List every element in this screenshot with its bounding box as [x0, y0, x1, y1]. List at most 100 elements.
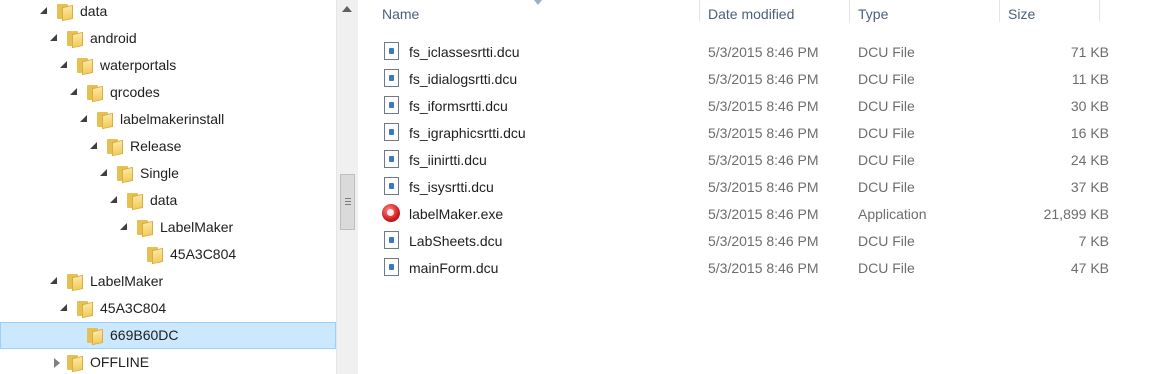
tree-item-data[interactable]: data	[0, 0, 336, 25]
dcu-file-icon	[384, 42, 399, 60]
expand-arrow-icon[interactable]	[80, 115, 87, 122]
file-name: fs_iformsrtti.dcu	[409, 98, 508, 114]
file-name: fs_iclassesrtti.dcu	[409, 44, 520, 60]
expand-arrow-icon[interactable]	[60, 304, 67, 311]
tree-item-label: Single	[140, 165, 179, 181]
file-type: DCU File	[858, 44, 915, 60]
file-row[interactable]: LabSheets.dcu 5/3/2015 8:46 PM DCU File …	[377, 228, 1117, 254]
file-row[interactable]: fs_iinirtti.dcu 5/3/2015 8:46 PM DCU Fil…	[377, 147, 1117, 173]
file-type: Application	[858, 206, 927, 222]
column-header-name[interactable]: Name	[382, 6, 419, 22]
file-row[interactable]: mainForm.dcu 5/3/2015 8:46 PM DCU File 4…	[377, 255, 1117, 281]
file-list-pane: Name Date modified Type Size fs_iclasses…	[359, 0, 1174, 374]
tree-item-labelmaker-nested[interactable]: LabelMaker	[0, 215, 336, 241]
folder-icon	[56, 3, 74, 22]
dcu-file-icon	[384, 150, 399, 168]
tree-item-label: 45A3C804	[100, 300, 167, 316]
tree-item-single[interactable]: Single	[0, 161, 336, 187]
column-divider[interactable]	[849, 0, 850, 22]
file-date-modified: 5/3/2015 8:46 PM	[708, 179, 819, 195]
tree-item-label: 45A3C804	[170, 246, 237, 262]
tree-item-label: OFFLINE	[90, 354, 150, 370]
folder-icon	[146, 246, 164, 265]
folder-icon	[126, 192, 144, 211]
file-size: 47 KB	[1070, 260, 1109, 276]
dcu-file-icon	[384, 96, 399, 114]
expand-arrow-icon[interactable]	[60, 61, 67, 68]
file-size: 16 KB	[1070, 125, 1109, 141]
tree-item-label: android	[90, 30, 137, 46]
file-size: 21,899 KB	[1043, 206, 1109, 222]
expand-arrow-icon[interactable]	[50, 34, 57, 41]
tree-item-45a3c804-nested[interactable]: 45A3C804	[0, 242, 336, 268]
folder-icon	[96, 111, 114, 130]
tree-item-labelmaker[interactable]: LabelMaker	[0, 269, 336, 295]
tree-item-offline[interactable]: OFFLINE	[0, 350, 336, 374]
file-size: 71 KB	[1070, 44, 1109, 60]
file-type: DCU File	[858, 152, 915, 168]
column-divider[interactable]	[699, 0, 700, 22]
file-date-modified: 5/3/2015 8:46 PM	[708, 260, 819, 276]
file-date-modified: 5/3/2015 8:46 PM	[708, 125, 819, 141]
file-name: fs_igraphicsrtti.dcu	[409, 125, 526, 141]
file-size: 37 KB	[1070, 179, 1109, 195]
column-divider[interactable]	[999, 0, 1000, 22]
tree-item-45a3c804[interactable]: 45A3C804	[0, 296, 336, 322]
file-size: 30 KB	[1070, 98, 1109, 114]
file-date-modified: 5/3/2015 8:46 PM	[708, 98, 819, 114]
column-divider[interactable]	[1099, 0, 1100, 22]
expand-arrow-icon[interactable]	[100, 169, 107, 176]
tree-item-waterportals[interactable]: waterportals	[0, 53, 336, 79]
navigation-scrollbar[interactable]	[336, 0, 358, 374]
folder-icon	[76, 300, 94, 319]
tree-item-release[interactable]: Release	[0, 134, 336, 160]
collapse-arrow-icon[interactable]	[54, 358, 60, 368]
tree-item-qrcodes[interactable]: qrcodes	[0, 80, 336, 106]
folder-icon	[66, 30, 84, 49]
folder-icon	[106, 138, 124, 157]
tree-item-label: waterportals	[100, 57, 177, 73]
file-row[interactable]: fs_isysrtti.dcu 5/3/2015 8:46 PM DCU Fil…	[377, 174, 1117, 200]
file-type: DCU File	[858, 98, 915, 114]
file-row[interactable]: fs_idialogsrtti.dcu 5/3/2015 8:46 PM DCU…	[377, 66, 1117, 92]
expand-arrow-icon[interactable]	[70, 88, 77, 95]
file-name: fs_iinirtti.dcu	[409, 152, 487, 168]
file-row[interactable]: fs_iclassesrtti.dcu 5/3/2015 8:46 PM DCU…	[377, 39, 1117, 65]
expand-arrow-icon[interactable]	[50, 277, 57, 284]
expand-arrow-icon[interactable]	[40, 7, 47, 14]
file-name: LabSheets.dcu	[409, 233, 503, 249]
file-row[interactable]: labelMaker.exe 5/3/2015 8:46 PM Applicat…	[377, 201, 1117, 227]
file-type: DCU File	[858, 179, 915, 195]
tree-item-label: qrcodes	[110, 84, 160, 100]
folder-icon	[66, 273, 84, 292]
file-date-modified: 5/3/2015 8:46 PM	[708, 233, 819, 249]
scroll-up-arrow-icon[interactable]	[342, 6, 352, 12]
tree-item-data-nested[interactable]: data	[0, 188, 336, 214]
file-size: 11 KB	[1071, 71, 1109, 87]
column-header-size[interactable]: Size	[1008, 6, 1035, 22]
expand-arrow-icon[interactable]	[120, 223, 127, 230]
folder-icon	[116, 165, 134, 184]
tree-item-label: labelmakerinstall	[120, 111, 225, 127]
expand-arrow-icon[interactable]	[110, 196, 117, 203]
tree-item-669b60dc[interactable]: 669B60DC	[0, 322, 336, 349]
file-date-modified: 5/3/2015 8:46 PM	[708, 44, 819, 60]
file-type: DCU File	[858, 260, 915, 276]
column-header-date-modified[interactable]: Date modified	[708, 6, 794, 22]
file-date-modified: 5/3/2015 8:46 PM	[708, 71, 819, 87]
column-header-type[interactable]: Type	[858, 6, 888, 22]
file-row[interactable]: fs_iformsrtti.dcu 5/3/2015 8:46 PM DCU F…	[377, 93, 1117, 119]
tree-item-label: LabelMaker	[90, 273, 164, 289]
file-type: DCU File	[858, 233, 915, 249]
folder-icon	[66, 354, 84, 373]
expand-arrow-icon[interactable]	[90, 142, 97, 149]
tree-item-label: data	[80, 3, 108, 19]
scrollbar-thumb[interactable]	[340, 174, 355, 230]
tree-item-labelmakerinstall[interactable]: labelmakerinstall	[0, 107, 336, 133]
tree-item-label: data	[150, 192, 178, 208]
dcu-file-icon	[384, 177, 399, 195]
file-size: 7 KB	[1078, 233, 1109, 249]
file-row[interactable]: fs_igraphicsrtti.dcu 5/3/2015 8:46 PM DC…	[377, 120, 1117, 146]
tree-item-android[interactable]: android	[0, 26, 336, 52]
folder-icon	[86, 84, 104, 103]
